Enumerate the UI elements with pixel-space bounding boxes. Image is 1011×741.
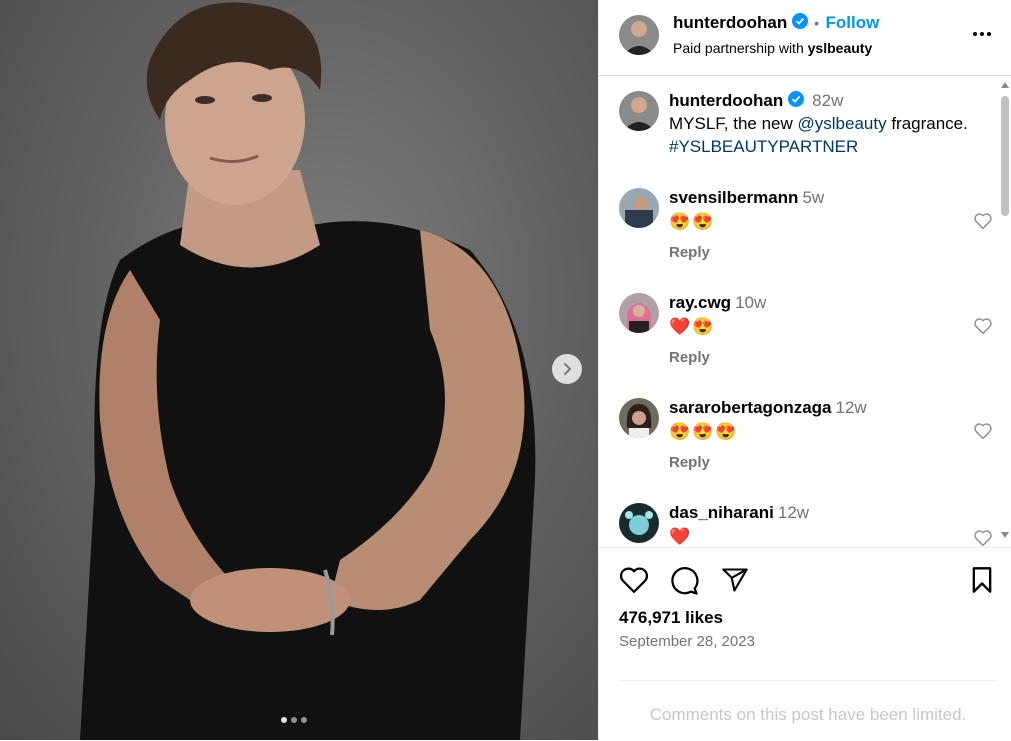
caption-author[interactable]: hunterdoohan	[669, 91, 783, 110]
partnership-line: Paid partnership with yslbeauty	[673, 40, 872, 56]
like-comment-heart-icon[interactable]	[973, 317, 993, 340]
like-comment-heart-icon[interactable]	[973, 212, 993, 235]
next-slide-button[interactable]	[552, 354, 582, 384]
reply-button[interactable]: Reply	[669, 349, 959, 366]
hashtag-link[interactable]: #YSLBEAUTYPARTNER	[669, 137, 858, 156]
like-heart-icon[interactable]	[619, 566, 649, 599]
commenter-username[interactable]: svensilbermann	[669, 188, 798, 207]
save-bookmark-icon[interactable]	[969, 566, 995, 599]
verified-badge-icon	[787, 91, 804, 112]
author-avatar[interactable]	[619, 15, 659, 55]
like-comment-heart-icon[interactable]	[973, 529, 993, 546]
verified-badge-icon	[791, 13, 808, 34]
commenter-username[interactable]: sararobertagonzaga	[669, 398, 832, 417]
commenter-avatar[interactable]	[619, 398, 659, 438]
post-header: hunterdoohan • Follow Paid partnership w…	[599, 0, 1011, 76]
comment-text: ❤️	[669, 527, 693, 546]
scroll-up-arrow[interactable]	[1001, 82, 1009, 88]
comment-text: 😍😍	[669, 212, 716, 231]
partnership-prefix: Paid partnership with	[673, 40, 804, 56]
reply-button[interactable]: Reply	[669, 244, 959, 261]
carousel-dot	[291, 717, 297, 723]
post-photo	[80, 2, 536, 740]
commenter-avatar[interactable]	[619, 503, 659, 543]
partner-link[interactable]: yslbeauty	[808, 40, 873, 56]
comments-section[interactable]: hunterdoohan 82w MYSLF, the new @yslbeau…	[599, 76, 1011, 546]
comment-time: 10w	[735, 293, 767, 312]
share-send-icon[interactable]	[720, 566, 750, 599]
comments-limited-notice: Comments on this post have been limited.	[619, 680, 997, 741]
comment-time: 5w	[802, 188, 825, 207]
caption-text-part: fragrance.	[886, 114, 968, 134]
scroll-down-arrow[interactable]	[1001, 532, 1009, 538]
comment-text: ❤️😍	[669, 317, 716, 336]
scroll-thumb[interactable]	[1001, 96, 1009, 216]
comment-text: 😍😍😍	[669, 422, 739, 441]
carousel-dot	[301, 717, 307, 723]
like-comment-heart-icon[interactable]	[973, 422, 993, 445]
post-actions: 476,971 likes September 28, 2023 Comment…	[599, 547, 1011, 741]
likes-count[interactable]: 476,971 likes	[619, 608, 723, 628]
comments-scrollbar[interactable]	[998, 76, 1011, 546]
caption-text-part: MYSLF, the new	[669, 114, 798, 134]
reply-button[interactable]: Reply	[669, 454, 959, 471]
commenter-username[interactable]: ray.cwg	[669, 293, 731, 312]
more-options-icon[interactable]	[972, 22, 992, 51]
post-date: September 28, 2023	[619, 633, 755, 650]
author-username[interactable]: hunterdoohan	[673, 13, 787, 32]
caption-time: 82w	[812, 91, 844, 110]
caption-text: MYSLF, the new @yslbeauty fragrance. #YS…	[669, 112, 979, 158]
dot-separator: •	[814, 15, 820, 31]
comment-time: 12w	[835, 398, 867, 417]
mention-link[interactable]: @yslbeauty	[798, 114, 887, 133]
commenter-username[interactable]: das_niharani	[669, 503, 774, 522]
comment-bubble-icon[interactable]	[669, 566, 699, 601]
commenter-avatar[interactable]	[619, 293, 659, 333]
follow-button[interactable]: Follow	[826, 13, 880, 32]
post-media[interactable]	[0, 0, 598, 740]
comments-limited-text: Comments on this post have been limited.	[649, 705, 967, 724]
author-avatar[interactable]	[619, 91, 659, 131]
commenter-avatar[interactable]	[619, 188, 659, 228]
carousel-dot	[281, 717, 287, 723]
carousel-indicator	[281, 717, 307, 723]
comment-time: 12w	[777, 503, 810, 522]
chevron-right-icon	[564, 363, 571, 375]
post-sidebar: hunterdoohan • Follow Paid partnership w…	[598, 0, 1011, 740]
